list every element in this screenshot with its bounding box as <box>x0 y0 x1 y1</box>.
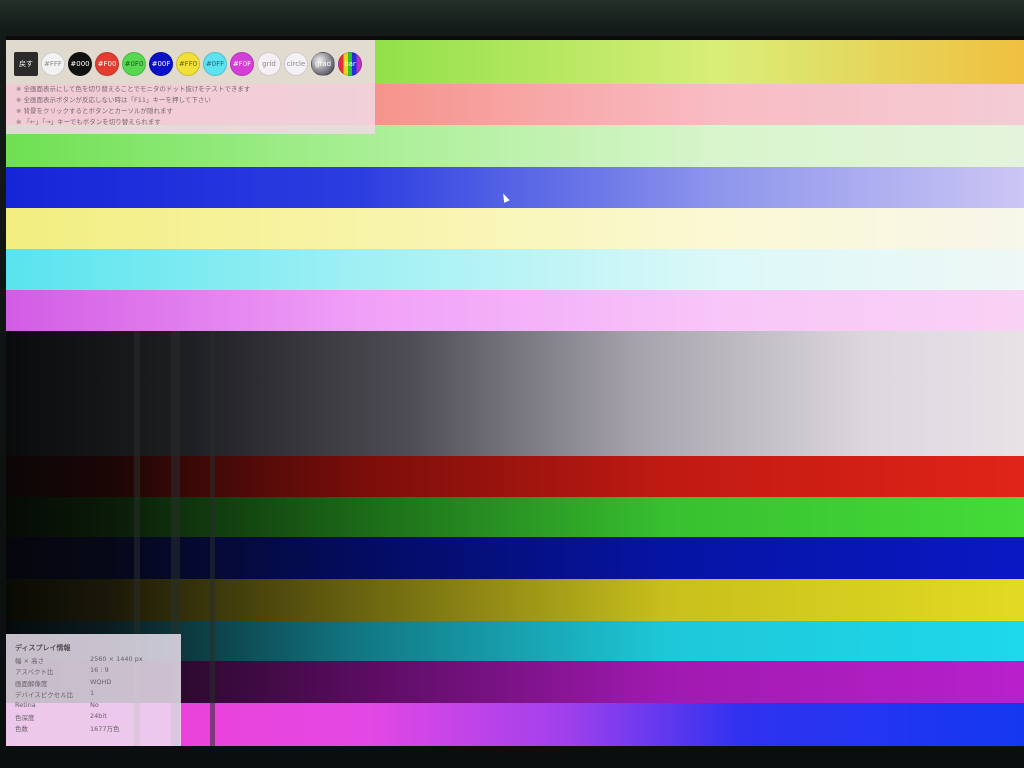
display-info-table: 幅 × 高さ 2560 × 1440 px アスペクト比 16 : 9 画面解像… <box>15 655 143 735</box>
color-button-hex-f00[interactable]: #F00 <box>95 52 119 76</box>
color-button-hex-0f0[interactable]: #0F0 <box>122 52 146 76</box>
color-button-circle[interactable]: circle <box>284 52 308 76</box>
color-button-hex-ff0[interactable]: #FF0 <box>176 52 200 76</box>
color-button-grid[interactable]: grid <box>257 52 281 76</box>
color-button-hex-fff[interactable]: #FFF <box>41 52 65 76</box>
info-value: 2560 × 1440 px <box>90 655 143 663</box>
notes-list: ※ 全画面表示にして色を切り替えることでモニタのドット抜けをテストできます ※ … <box>16 84 250 128</box>
ghosting-strip <box>210 331 215 746</box>
button-row: 戻す #FFF #000 #F00 #0F0 #00F #FF0 #0FF #F0F grid c… <box>14 51 362 77</box>
color-bar-red[interactable] <box>6 456 1024 497</box>
info-label: 画面解像度 <box>15 679 48 688</box>
info-value: WQHD <box>90 677 112 686</box>
display-info-panel: ディスプレイ情報 幅 × 高さ 2560 × 1440 px アスペクト比 16… <box>6 634 181 746</box>
info-label: 色数 <box>15 725 28 734</box>
info-row: 幅 × 高さ 2560 × 1440 px <box>15 655 143 666</box>
color-bar-pale-cyan[interactable] <box>6 249 1024 290</box>
color-bar-pale-magenta[interactable] <box>6 290 1024 331</box>
info-row: 色深度 24bit <box>15 712 143 723</box>
color-button-hex-00f[interactable]: #00F <box>149 52 173 76</box>
back-button[interactable]: 戻す <box>14 52 38 76</box>
info-row: アスペクト比 16 : 9 <box>15 666 143 677</box>
note-text: ※ 全画面表示にして色を切り替えることでモニタのドット抜けをテストできます <box>16 85 251 93</box>
info-value: No <box>90 700 99 709</box>
color-bar-pale-blue[interactable] <box>6 167 1024 208</box>
info-label: Retina <box>15 700 36 709</box>
color-button-hex-000[interactable]: #000 <box>68 52 92 76</box>
color-button-bar[interactable]: bar <box>338 52 362 76</box>
color-bar-blue[interactable] <box>6 537 1024 579</box>
info-label: 幅 × 高さ <box>15 657 45 665</box>
display-info-title: ディスプレイ情報 <box>15 644 71 652</box>
info-value: 16 : 9 <box>90 666 109 675</box>
control-panel: 戻す #FFF #000 #F00 #0F0 #00F #FF0 #0FF #F0F grid c… <box>6 40 375 134</box>
test-pattern-screen[interactable]: 戻す #FFF #000 #F00 #0F0 #00F #FF0 #0FF #F0F grid c… <box>6 36 1024 746</box>
note-text: ※ 全画面表示ボタンが反応しない時は「F11」キーを押して下さい <box>16 96 211 104</box>
note-text: ※ 「←」「→」キーでもボタンを切り替えられます <box>16 118 161 126</box>
color-bar-green[interactable] <box>6 497 1024 537</box>
color-button-grad[interactable]: grad <box>311 52 335 76</box>
info-row: 画面解像度 WQHD <box>15 678 143 689</box>
monitor-bezel: 戻す #FFF #000 #F00 #0F0 #00F #FF0 #0FF #F0F grid c… <box>0 0 1024 768</box>
info-value: 24bit <box>90 711 107 720</box>
gray-gradient-bar[interactable] <box>6 331 1024 456</box>
info-label: 色深度 <box>15 713 35 722</box>
color-button-hex-0ff[interactable]: #0FF <box>203 52 227 76</box>
info-value: 1677万色 <box>90 725 120 734</box>
note-text: ※ 背景をクリックするとボタンとカーソルが隠れます <box>16 107 174 115</box>
color-button-hex-f0f[interactable]: #F0F <box>230 52 254 76</box>
info-value: 1 <box>90 689 95 698</box>
info-row: 色数 1677万色 <box>15 723 143 734</box>
info-row: Retina No <box>15 701 143 712</box>
color-bar-pale-yellow[interactable] <box>6 208 1024 249</box>
color-bar-yellow[interactable] <box>6 579 1024 621</box>
info-label: アスペクト比 <box>15 668 54 677</box>
info-row: デバイスピクセル比 1 <box>15 689 143 700</box>
info-label: デバイスピクセル比 <box>15 691 74 700</box>
